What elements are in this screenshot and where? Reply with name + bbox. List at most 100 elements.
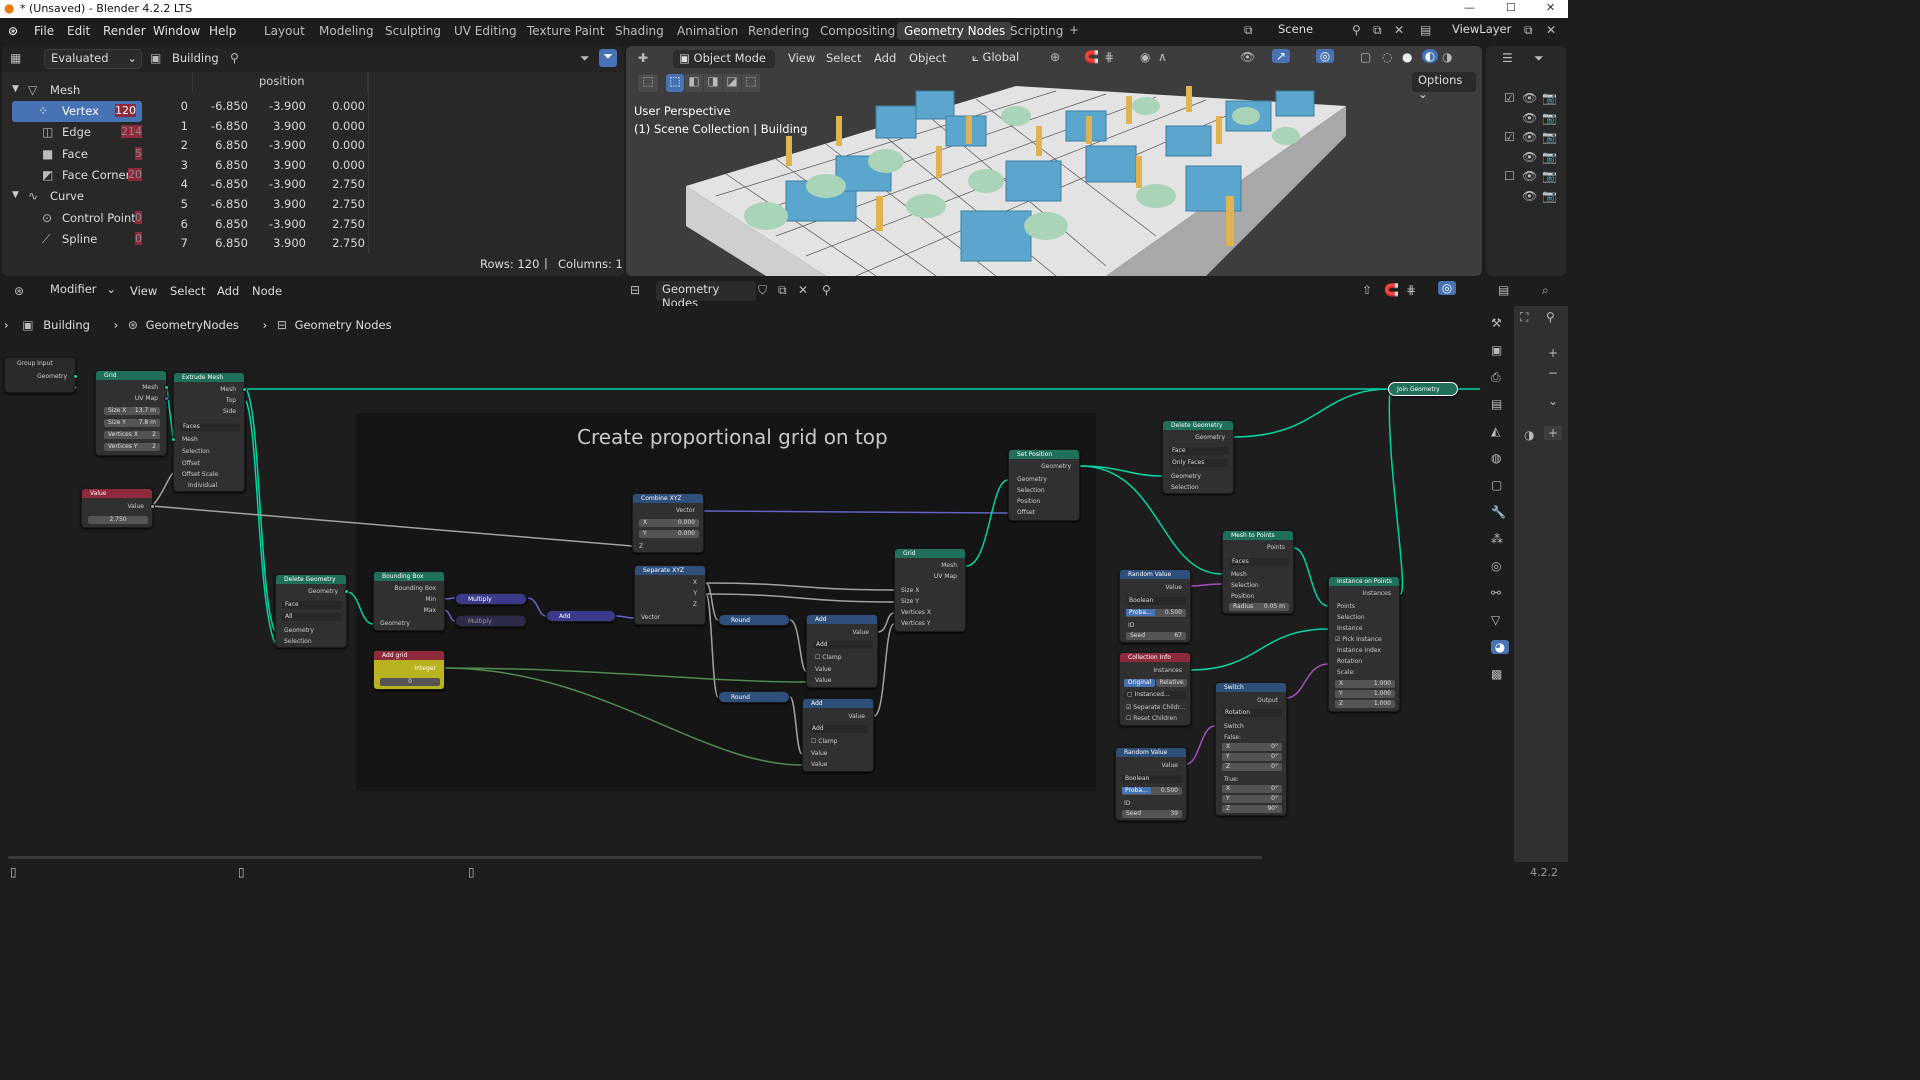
- camera-icon[interactable]: 📷: [1542, 91, 1557, 105]
- collection-field[interactable]: Instanced...: [1135, 691, 1170, 698]
- tab-modeling[interactable]: Modeling: [319, 24, 374, 38]
- x-value[interactable]: 0.000: [678, 519, 695, 527]
- original-toggle[interactable]: Original: [1124, 679, 1155, 687]
- type-dropdown[interactable]: Boolean: [1129, 597, 1153, 604]
- menu-select[interactable]: Select: [826, 51, 861, 65]
- visibility-checkbox[interactable]: ☑: [1504, 91, 1515, 105]
- editor-type-icon[interactable]: ▦: [10, 51, 21, 65]
- sidebar-toggle-icon[interactable]: ▤: [1498, 283, 1509, 297]
- menu-select[interactable]: Select: [170, 284, 205, 298]
- orientation-dropdown[interactable]: ⟀ Global: [966, 49, 1040, 69]
- node-math-add[interactable]: Add Value Add ☐ Clamp Value Value: [802, 698, 874, 772]
- node-combine-xyz[interactable]: Combine XYZ Vector X 0.000 Y 0.000 Z: [632, 493, 704, 553]
- radius-value[interactable]: 0.05 m: [1264, 603, 1285, 611]
- render-icon[interactable]: ▣: [1491, 343, 1502, 357]
- node-separate-xyz[interactable]: Separate XYZ X Y Z Vector: [634, 565, 706, 625]
- tab-texture-paint[interactable]: Texture Paint: [527, 24, 604, 38]
- node-tree-selector[interactable]: Geometry Nodes: [656, 281, 756, 310]
- menu-object[interactable]: Object: [909, 51, 946, 65]
- editor-type-icon[interactable]: ⊛: [14, 284, 24, 298]
- camera-icon[interactable]: 📷: [1542, 169, 1557, 183]
- snap-icon[interactable]: 🧲: [1384, 283, 1399, 297]
- falloff-icon[interactable]: ∧: [1158, 50, 1167, 64]
- rendered-shading-icon[interactable]: ◑: [1442, 50, 1452, 64]
- menu-window[interactable]: Window: [153, 24, 200, 38]
- domain-vertex[interactable]: ⁘ Vertex 120: [12, 101, 142, 122]
- menu-add[interactable]: Add: [874, 51, 896, 65]
- constraints-icon[interactable]: ⚯: [1491, 586, 1501, 600]
- camera-icon[interactable]: 📷: [1542, 150, 1557, 164]
- eye-icon[interactable]: 👁: [1522, 150, 1537, 164]
- proportional-icon[interactable]: ◉: [1140, 50, 1150, 64]
- menu-help[interactable]: Help: [209, 24, 236, 38]
- editor-type-icon[interactable]: ✚: [638, 51, 648, 65]
- eye-icon[interactable]: 👁: [1522, 111, 1537, 125]
- viewlayer-selector[interactable]: ViewLayer: [1446, 21, 1526, 41]
- menu-view[interactable]: View: [130, 284, 157, 298]
- tab-layout[interactable]: Layout: [264, 24, 305, 38]
- add-material-icon[interactable]: +: [1544, 426, 1562, 440]
- menu-edit[interactable]: Edit: [67, 24, 90, 38]
- mode-dropdown[interactable]: Faces: [183, 423, 200, 430]
- domain-spline[interactable]: ⟋ Spline 0: [8, 229, 148, 250]
- data-icon[interactable]: ▽: [1491, 613, 1500, 627]
- view-layer-icon[interactable]: ▤: [1491, 397, 1502, 411]
- node-delete-geometry[interactable]: Delete Geometry Geometry Face All Geomet…: [275, 574, 349, 648]
- snap-icon[interactable]: 🧲: [1084, 50, 1099, 64]
- modifier-dropdown[interactable]: Modifier ⌄: [44, 281, 118, 301]
- camera-icon[interactable]: 📷: [1542, 111, 1557, 125]
- scene-icon[interactable]: ◭: [1491, 424, 1500, 438]
- verts-y-value[interactable]: 2: [152, 443, 156, 451]
- pin-icon[interactable]: ⚲: [822, 283, 831, 297]
- socket-mesh[interactable]: [164, 385, 169, 390]
- true-y-value[interactable]: 0°: [1271, 795, 1278, 803]
- node-value[interactable]: Value Value 2.750: [81, 488, 155, 528]
- tab-shading[interactable]: Shading: [615, 24, 664, 38]
- scale-z-value[interactable]: 1.000: [1374, 700, 1391, 708]
- node-switch[interactable]: Switch Output Rotation Switch False: X 0°…: [1215, 682, 1287, 816]
- camera-icon[interactable]: 📷: [1542, 189, 1557, 203]
- outliner-type-icon[interactable]: ☰: [1502, 51, 1513, 65]
- select-tool-icon[interactable]: ⬚: [638, 74, 658, 92]
- node-delete-geometry[interactable]: Delete Geometry Geometry Face Only Faces…: [1162, 420, 1234, 494]
- viewlayer-icon[interactable]: ▤: [1420, 23, 1431, 37]
- node-math-add[interactable]: Add Value Add ☐ Clamp Value Value: [806, 614, 878, 688]
- filter-active-icon[interactable]: ⏷: [599, 49, 617, 67]
- size-x-value[interactable]: 13.7 m: [135, 407, 156, 415]
- node-tree-icon[interactable]: ⊟: [630, 283, 640, 297]
- domain-dropdown[interactable]: Face: [285, 601, 299, 608]
- tab-rendering[interactable]: Rendering: [748, 24, 809, 38]
- node-grid[interactable]: Grid Mesh UV Map Size X Size Y Vertices …: [894, 548, 966, 632]
- unlink-icon[interactable]: ✕: [798, 283, 808, 297]
- filter-icon[interactable]: ⏷: [580, 51, 590, 66]
- options-dropdown[interactable]: Options ⌄: [1412, 72, 1476, 101]
- tab-scripting[interactable]: Scripting: [1010, 24, 1063, 38]
- menu-render[interactable]: Render: [103, 24, 146, 38]
- node-instance-on-points[interactable]: Instance on Points Instances Points Sele…: [1328, 576, 1400, 712]
- socket-uvmap[interactable]: [164, 396, 169, 401]
- close-button[interactable]: ✕: [1546, 1, 1555, 14]
- seed-value[interactable]: 67: [1174, 632, 1182, 640]
- tab-geometry-nodes[interactable]: Geometry Nodes: [897, 22, 1013, 40]
- socket-geometry[interactable]: [73, 374, 78, 379]
- duplicate-icon[interactable]: ⧉: [778, 283, 787, 298]
- gizmo-icon[interactable]: ↗: [1272, 49, 1290, 63]
- tab-uv-editing[interactable]: UV Editing: [454, 24, 517, 38]
- menu-view[interactable]: View: [788, 51, 815, 65]
- menu-add[interactable]: Add: [217, 284, 239, 298]
- scale-x-value[interactable]: 1.000: [1374, 680, 1391, 688]
- socket-value[interactable]: [150, 504, 155, 509]
- new-scene-icon[interactable]: ⧉: [1373, 23, 1382, 38]
- particles-icon[interactable]: ⁂: [1491, 532, 1503, 546]
- world-icon[interactable]: ◍: [1491, 451, 1501, 465]
- snap-grid-icon[interactable]: ⋕: [1104, 50, 1114, 64]
- visibility-icon[interactable]: 👁: [1240, 50, 1255, 64]
- overlay-icon[interactable]: ◎: [1316, 49, 1334, 63]
- node-collection-info[interactable]: Collection Info Instances Original Relat…: [1119, 652, 1191, 726]
- domain-face-corner[interactable]: ◩ Face Corner 20: [8, 165, 148, 186]
- domain-group-curve[interactable]: ▼ ∿ Curve: [8, 186, 148, 207]
- y-value[interactable]: 0.000: [678, 530, 695, 538]
- horizontal-scrollbar[interactable]: [8, 856, 1262, 859]
- false-z-value[interactable]: 0°: [1271, 763, 1278, 771]
- node-add-grid[interactable]: Add grid Integer 0: [373, 650, 445, 690]
